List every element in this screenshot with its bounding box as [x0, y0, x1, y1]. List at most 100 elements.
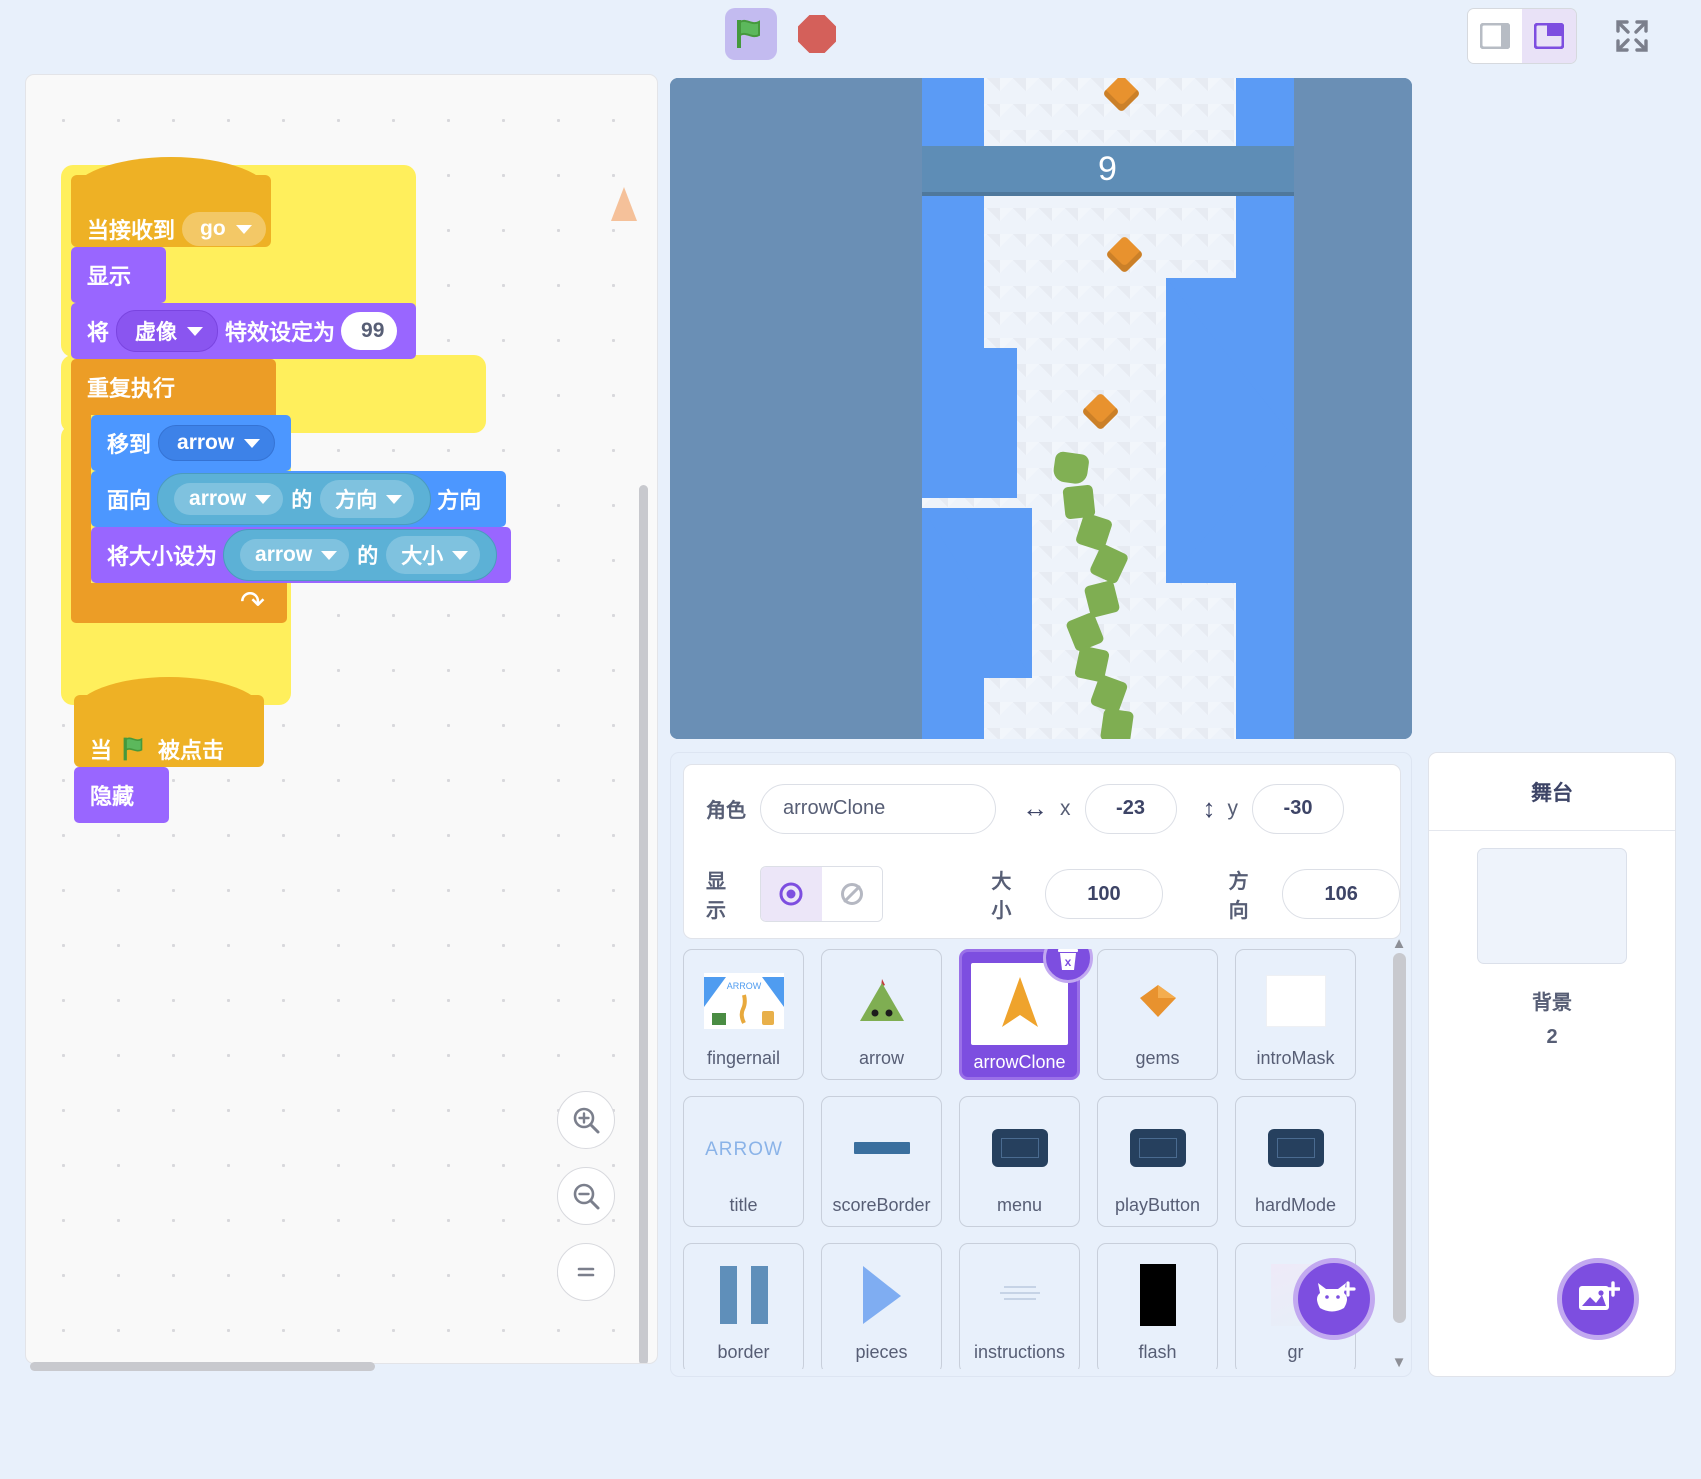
sprite-item-border[interactable]: border — [683, 1243, 804, 1369]
stop-button[interactable] — [791, 8, 843, 60]
block-set-effect-to[interactable]: 将 虚像 特效设定为 99 — [71, 303, 416, 359]
add-sprite-button[interactable] — [1293, 1258, 1375, 1340]
forever-label: 重复执行 — [87, 371, 175, 403]
sprite-row: ARROW title scoreBorder menu — [683, 1096, 1401, 1227]
sprite-item-arrow[interactable]: arrow — [821, 949, 942, 1080]
zoom-out-button[interactable] — [557, 1167, 615, 1225]
block-point-in-direction-of[interactable]: 面向 arrow 的 方向 方向 — [91, 471, 506, 527]
chevron-down-icon — [244, 439, 260, 448]
sprite-direction-input[interactable]: 106 — [1282, 869, 1400, 919]
block-go-to[interactable]: 移到 arrow — [91, 415, 291, 471]
workspace-zoom-controls — [557, 1091, 615, 1301]
reporter-of-size[interactable]: arrow 的 大小 — [223, 529, 497, 581]
sprite-item-arrowClone[interactable]: x arrowClone — [959, 949, 1080, 1080]
show-sprite-button[interactable] — [761, 867, 822, 921]
snake-segment — [1100, 708, 1134, 739]
chevron-down-icon — [321, 551, 337, 560]
snake-head-icon — [852, 973, 912, 1029]
stop-icon — [798, 15, 836, 53]
cat-plus-icon — [1312, 1279, 1356, 1319]
block-forever[interactable]: 重复执行 移到 arrow 面向 — [71, 359, 511, 623]
stage-selector-pane: 舞台 背景 2 — [1428, 752, 1676, 1377]
chevron-down-icon — [386, 495, 402, 504]
sprite-label: introMask — [1256, 1048, 1334, 1069]
block-show[interactable]: 显示 — [71, 247, 166, 303]
eye-slash-icon — [838, 880, 866, 908]
sprite-label: gems — [1135, 1048, 1179, 1069]
blue-bar-icon — [854, 1142, 910, 1154]
sprite-item-menu[interactable]: menu — [959, 1096, 1080, 1227]
sprite-grid-scroll-up[interactable]: ▲ — [1389, 933, 1409, 953]
sprite-item-flash[interactable]: flash — [1097, 1243, 1218, 1369]
forever-loop-foot: ↷ — [71, 583, 287, 623]
green-flag-button[interactable] — [725, 8, 777, 60]
sprite-item-introMask[interactable]: introMask — [1235, 949, 1356, 1080]
script-when-flag-clicked[interactable]: 当 被点击 隐藏 — [74, 695, 264, 823]
block-when-i-receive[interactable]: 当接收到 go — [71, 175, 511, 247]
direction-label: 方向 — [1229, 865, 1269, 923]
reporter-object-dropdown[interactable]: arrow — [174, 483, 283, 515]
workspace-vertical-scrollbar[interactable] — [639, 485, 648, 1364]
reporter-property-dropdown-2[interactable]: 大小 — [386, 536, 480, 574]
effect-value-input[interactable]: 99 — [341, 312, 397, 350]
reporter-property-dropdown[interactable]: 方向 — [320, 480, 414, 518]
stage-view[interactable]: 9 — [670, 78, 1412, 739]
loop-arrow-icon: ↷ — [240, 588, 265, 618]
sprite-info-row-2: 显示 大小 100 方向 — [684, 852, 1400, 936]
wall-right-3 — [1166, 433, 1294, 583]
dark-panel-thumb — [973, 1108, 1066, 1188]
sprite-item-scoreBorder[interactable]: scoreBorder — [821, 1096, 942, 1227]
effect-dropdown[interactable]: 虚像 — [116, 310, 218, 352]
stage-controls — [725, 8, 843, 60]
arrow-wordmark-thumb: ARROW — [697, 1108, 790, 1188]
reporter-object-dropdown-2[interactable]: arrow — [240, 539, 349, 571]
stage-left-margin — [670, 78, 922, 739]
sprite-name-input[interactable]: arrowClone — [760, 784, 996, 834]
small-stage-button[interactable] — [1468, 9, 1522, 63]
sprite-grid-scrollbar[interactable] — [1393, 953, 1406, 1323]
chevron-down-icon — [236, 225, 252, 234]
sprite-grid-scroll-down[interactable]: ▼ — [1389, 1352, 1409, 1372]
bar-left — [720, 1266, 737, 1324]
stage-selector-title: 舞台 — [1429, 753, 1675, 831]
fullscreen-button[interactable] — [1605, 9, 1659, 63]
sprite-size-input[interactable]: 100 — [1045, 869, 1163, 919]
sprite-item-pieces[interactable]: pieces — [821, 1243, 942, 1369]
code-workspace[interactable]: 当接收到 go 显示 将 虚像 特效设定为 99 重复执行 — [25, 74, 658, 1364]
sprite-item-playButton[interactable]: playButton — [1097, 1096, 1218, 1227]
sprite-item-fingernail[interactable]: ARROW fingernail — [683, 949, 804, 1080]
y-label: y — [1228, 797, 1239, 821]
image-plus-icon — [1576, 1280, 1620, 1318]
sprite-item-instructions[interactable]: instructions — [959, 1243, 1080, 1369]
add-backdrop-button[interactable] — [1557, 1258, 1639, 1340]
sprite-item-title[interactable]: ARROW title — [683, 1096, 804, 1227]
sprite-y-input[interactable]: -30 — [1252, 784, 1344, 834]
set-effect-mid: 特效设定为 — [225, 315, 335, 347]
go-to-target-dropdown[interactable]: arrow — [158, 425, 275, 461]
sprite-item-hardMode[interactable]: hardMode — [1235, 1096, 1356, 1227]
script-when-i-receive-go[interactable]: 当接收到 go 显示 将 虚像 特效设定为 99 重复执行 — [71, 175, 511, 623]
sprite-label: playButton — [1115, 1195, 1200, 1216]
set-size-prefix: 将大小设为 — [107, 539, 217, 571]
large-stage-icon — [1534, 23, 1564, 49]
sprite-item-gems[interactable]: gems — [1097, 949, 1218, 1080]
sprite-name-value: arrowClone — [783, 797, 885, 820]
block-hide[interactable]: 隐藏 — [74, 767, 169, 823]
zoom-out-icon — [571, 1181, 601, 1211]
go-to-target-value: arrow — [177, 431, 234, 455]
hide-sprite-button[interactable] — [822, 867, 883, 921]
backdrop-info: 背景 2 — [1429, 986, 1675, 1054]
zoom-reset-button[interactable] — [557, 1243, 615, 1301]
block-set-size-to[interactable]: 将大小设为 arrow 的 大小 — [91, 527, 511, 583]
workspace-horizontal-scrollbar[interactable] — [30, 1362, 375, 1371]
sprite-x-input[interactable]: -23 — [1085, 784, 1177, 834]
backdrop-thumbnail[interactable] — [1477, 848, 1627, 964]
large-stage-button[interactable] — [1522, 9, 1576, 63]
black-rect-thumb — [1111, 1255, 1204, 1335]
sprite-label: flash — [1138, 1342, 1176, 1363]
zoom-in-button[interactable] — [557, 1091, 615, 1149]
block-when-flag-clicked[interactable]: 当 被点击 — [74, 695, 264, 767]
message-dropdown[interactable]: go — [182, 212, 266, 246]
reporter-of-direction[interactable]: arrow 的 方向 — [157, 473, 431, 525]
black-rect-icon — [1140, 1264, 1176, 1326]
